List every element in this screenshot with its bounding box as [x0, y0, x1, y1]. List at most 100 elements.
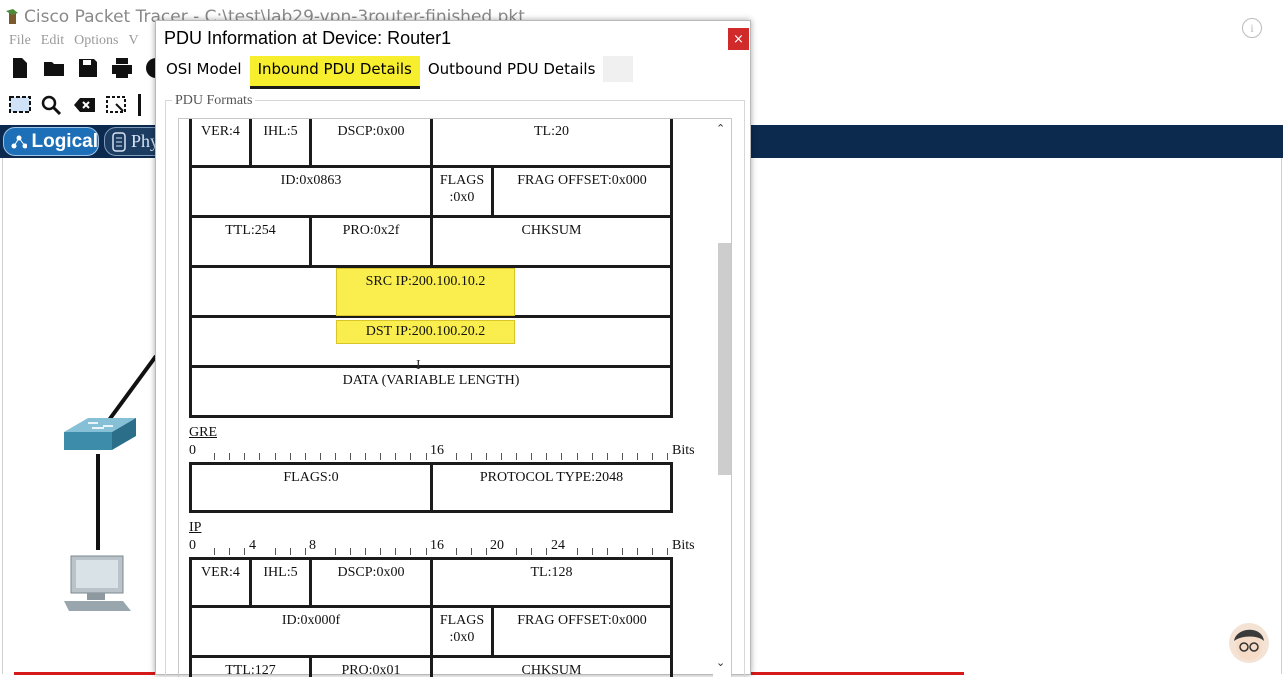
- text-cursor-icon: I: [416, 358, 421, 373]
- ruler-tick: [425, 453, 427, 460]
- ip-ihl-field: IHL:5: [249, 560, 309, 605]
- logical-topology-icon: [11, 135, 28, 148]
- ruler-label-8: 8: [309, 538, 316, 553]
- pc-device-icon[interactable]: [61, 553, 136, 613]
- ruler-tick: [410, 548, 412, 555]
- pdu-formats-label: PDU Formats: [172, 93, 256, 109]
- ruler-tick: [229, 548, 231, 555]
- gre-bit-ruler: 0 16 Bits: [189, 443, 709, 460]
- delete-icon[interactable]: [72, 94, 95, 118]
- ruler-tick: [561, 453, 563, 460]
- ruler-tick: [516, 453, 518, 460]
- menu-edit[interactable]: Edit: [41, 33, 64, 49]
- gre-flags-field: FLAGS:0: [189, 465, 430, 510]
- ruler-tick: [380, 453, 382, 460]
- ruler-tick: [395, 453, 397, 460]
- print-icon[interactable]: [111, 56, 133, 80]
- menu-options[interactable]: Options: [74, 33, 118, 49]
- ruler-tick: [636, 548, 638, 555]
- scroll-up-chevron-icon[interactable]: ⌃: [716, 122, 725, 135]
- ruler-label-20: 20: [490, 538, 504, 553]
- gre-protocol-type-field: PROTOCOL TYPE:2048: [430, 465, 673, 510]
- ip-checksum-field: CHKSUM: [430, 218, 673, 265]
- inner-ip-header-row: TTL:127 PRO:0x01 CHKSUM: [189, 658, 673, 677]
- ruler-tick: [304, 548, 306, 555]
- ruler-tick: [380, 548, 382, 555]
- ruler-tick: [455, 453, 457, 460]
- ip-header-row: ID:0x0863 FLAGS :0x0 FRAG OFFSET:0x000: [189, 168, 673, 218]
- presenter-avatar-image: [1229, 623, 1269, 663]
- packet-tracer-app-icon: [4, 9, 20, 25]
- ruler-label-24: 24: [551, 538, 565, 553]
- dialog-title: PDU Information at Device: Router1: [164, 28, 452, 48]
- open-folder-icon[interactable]: [43, 56, 65, 80]
- ruler-tick: [667, 548, 669, 555]
- ruler-tick: [274, 453, 276, 460]
- ruler-label-4: 4: [249, 538, 256, 553]
- vertical-scrollbar[interactable]: ⌃ ⌄: [713, 119, 731, 677]
- topology-fragment: [96, 354, 158, 550]
- pdu-information-dialog: PDU Information at Device: Router1 × OSI…: [155, 20, 751, 677]
- resize-shape-icon[interactable]: [104, 94, 126, 118]
- info-icon[interactable]: i: [1242, 18, 1262, 38]
- ruler-tick: [546, 453, 548, 460]
- ruler-tick: [485, 453, 487, 460]
- dialog-tab-bar: OSI Model Inbound PDU Details Outbound P…: [158, 56, 634, 89]
- ip-frag-offset-field: FRAG OFFSET:0x000: [491, 608, 673, 655]
- main-toolbar: [9, 56, 167, 80]
- logical-workspace-tab[interactable]: Logical: [3, 127, 99, 156]
- tab-osi-model[interactable]: OSI Model: [158, 56, 250, 86]
- ruler-tick: [319, 453, 321, 460]
- ruler-tick: [636, 453, 638, 460]
- pdu-formats-scroll-area[interactable]: VER:4 IHL:5 DSCP:0x00 TL:20 ID:0x0863 FL…: [178, 118, 732, 677]
- ip-id-field: ID:0x0863: [189, 168, 430, 215]
- ruler-tick: [606, 453, 608, 460]
- inner-ip-header-row: ID:0x000f FLAGS :0x0 FRAG OFFSET:0x000: [189, 608, 673, 658]
- menu-file[interactable]: File: [9, 33, 31, 49]
- ip-dscp-field: DSCP:0x00: [309, 119, 430, 165]
- new-file-icon[interactable]: [9, 56, 31, 80]
- tab-outbound-pdu-details[interactable]: Outbound PDU Details: [420, 56, 604, 86]
- ruler-tick: [652, 548, 653, 555]
- ruler-tick: [606, 548, 608, 555]
- scrollbar-thumb[interactable]: [718, 243, 731, 475]
- ip-dscp-field: DSCP:0x00: [309, 560, 430, 605]
- tab-inbound-pdu-details[interactable]: Inbound PDU Details: [249, 56, 420, 89]
- ip-checksum-field: CHKSUM: [430, 658, 673, 677]
- inner-ip-section-label: IP: [189, 520, 202, 535]
- save-icon[interactable]: [77, 56, 99, 80]
- ruler-tick: [576, 548, 578, 555]
- ruler-tick: [591, 453, 593, 460]
- ip-header-row: VER:4 IHL:5 DSCP:0x00 TL:20: [189, 119, 673, 168]
- tool-palette: [8, 94, 158, 118]
- ruler-tick: [576, 453, 578, 460]
- ruler-tick: [455, 548, 457, 555]
- ip-ihl-field: IHL:5: [249, 119, 309, 165]
- ruler-tick: [425, 548, 427, 555]
- logical-tab-label: Logical: [31, 130, 98, 152]
- ip-data-field: DATA (VARIABLE LENGTH): [189, 368, 673, 415]
- ip-ttl-field: TTL:127: [189, 658, 309, 677]
- menu-view[interactable]: V: [128, 33, 138, 49]
- ip-frag-offset-field: FRAG OFFSET:0x000: [491, 168, 673, 215]
- main-menu-bar: File Edit Options V: [9, 33, 139, 49]
- select-icon[interactable]: [8, 94, 31, 118]
- scroll-down-chevron-icon[interactable]: ⌄: [716, 656, 725, 669]
- ruler-tick: [289, 453, 291, 460]
- ruler-tick: [274, 548, 276, 555]
- ruler-tick: [531, 548, 533, 555]
- physical-rack-icon: [112, 131, 126, 152]
- inspect-magnifier-icon[interactable]: [40, 94, 62, 118]
- ruler-tick: [350, 548, 351, 555]
- ruler-tick: [410, 453, 412, 460]
- close-button[interactable]: ×: [728, 28, 749, 50]
- switch-device-icon[interactable]: [58, 416, 138, 461]
- ip-ttl-field: TTL:254: [189, 218, 309, 265]
- tab-bar-filler: [603, 56, 634, 82]
- ruler-tick: [621, 548, 623, 555]
- ruler-tick: [365, 548, 367, 555]
- ip-ver-field: VER:4: [189, 560, 249, 605]
- ip-protocol-field: PRO:0x2f: [309, 218, 430, 265]
- ip-header-row: TTL:254 PRO:0x2f CHKSUM: [189, 218, 673, 268]
- ruler-label-16: 16: [430, 538, 444, 553]
